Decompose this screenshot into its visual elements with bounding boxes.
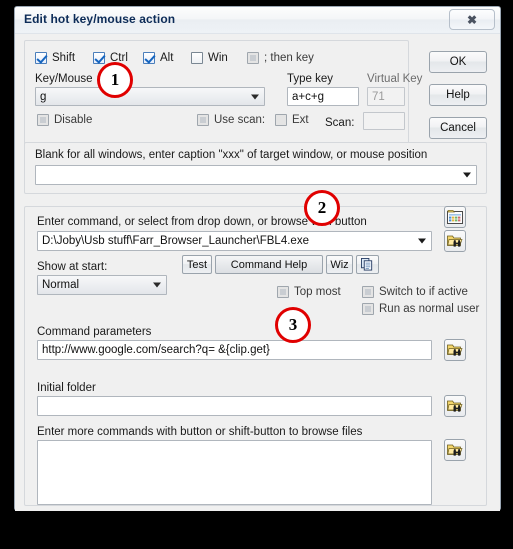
- checkbox-shift[interactable]: Shift: [35, 52, 75, 64]
- list-folder-icon: [447, 210, 463, 224]
- chevron-down-icon: [251, 94, 259, 99]
- browse-initial-folder-button[interactable]: [444, 395, 466, 417]
- command-help-button[interactable]: Command Help: [215, 255, 323, 274]
- initial-folder-input[interactable]: [37, 396, 432, 416]
- virtual-key-label: Virtual Key: [367, 73, 423, 85]
- browse-command-button[interactable]: [444, 230, 466, 252]
- test-button[interactable]: Test: [182, 255, 212, 274]
- checkbox-alt[interactable]: Alt: [143, 52, 173, 64]
- type-key-label: Type key: [287, 73, 334, 85]
- checkbox-switch-to-if-active[interactable]: Switch to if active: [362, 286, 468, 298]
- folder-binoculars-icon: [447, 235, 463, 247]
- browse-list-button[interactable]: [444, 206, 466, 228]
- command-parameters-label: Command parameters: [37, 326, 152, 338]
- checkbox-use-scan-box: [197, 114, 209, 126]
- type-key-input[interactable]: a+c+g: [287, 87, 359, 106]
- window-filter-label: Blank for all windows, enter caption "xx…: [35, 149, 428, 161]
- checkbox-top-most[interactable]: Top most: [277, 286, 341, 298]
- browse-more-commands-button[interactable]: [444, 439, 466, 461]
- folder-binoculars-icon: [447, 400, 463, 412]
- command-parameters-input[interactable]: http://www.google.com/search?q= &{clip.g…: [37, 340, 432, 360]
- show-at-start-value: Normal: [42, 279, 80, 291]
- screenshot-root: Edit hot key/mouse action ✖ Shift Ctrl A…: [0, 0, 513, 549]
- folder-binoculars-icon: [447, 444, 463, 456]
- checkbox-alt-box: [143, 52, 155, 64]
- show-at-start-combo[interactable]: Normal: [37, 275, 167, 295]
- key-mouse-label: Key/Mouse: [35, 73, 93, 85]
- ok-button[interactable]: OK: [429, 51, 487, 73]
- browse-parameters-button[interactable]: [444, 339, 466, 361]
- checkbox-disable-label: Disable: [54, 114, 93, 126]
- checkbox-top-most-box: [277, 286, 289, 298]
- chevron-down-icon: [153, 282, 161, 288]
- command-combo[interactable]: D:\Joby\Usb stuff\Farr_Browser_Launcher\…: [37, 231, 432, 251]
- checkbox-then-key-box: [247, 52, 259, 64]
- chevron-down-icon: [418, 238, 426, 244]
- more-commands-textarea[interactable]: [37, 440, 432, 505]
- checkbox-run-as-normal-user-box: [362, 303, 374, 315]
- close-icon: ✖: [466, 12, 478, 27]
- annotation-marker-2: 2: [304, 190, 340, 226]
- dialog-client-area: Shift Ctrl Alt Win ; then key Key/Mouse: [15, 34, 500, 511]
- scan-input: [363, 112, 405, 130]
- checkbox-then-key-label: ; then key: [264, 52, 314, 64]
- key-mouse-combo[interactable]: g: [35, 87, 265, 106]
- checkbox-then-key[interactable]: ; then key: [247, 52, 314, 64]
- copy-icon: [361, 258, 373, 271]
- copy-button[interactable]: [356, 255, 379, 274]
- annotation-marker-3: 3: [275, 307, 311, 343]
- close-button[interactable]: ✖: [449, 9, 495, 30]
- checkbox-use-scan-label: Use scan:: [214, 114, 266, 126]
- checkbox-switch-to-if-active-label: Switch to if active: [379, 286, 468, 298]
- folder-binoculars-icon: [447, 344, 463, 356]
- checkbox-top-most-label: Top most: [294, 286, 341, 298]
- checkbox-ext[interactable]: Ext: [275, 114, 309, 126]
- checkbox-run-as-normal-user-label: Run as normal user: [379, 303, 480, 315]
- chevron-down-icon: [463, 172, 471, 178]
- checkbox-win-label: Win: [208, 52, 228, 64]
- key-mouse-value: g: [40, 90, 47, 103]
- more-commands-label: Enter more commands with button or shift…: [37, 426, 363, 438]
- checkbox-ctrl-box: [93, 52, 105, 64]
- scan-label: Scan:: [325, 117, 355, 129]
- command-value: D:\Joby\Usb stuff\Farr_Browser_Launcher\…: [42, 235, 309, 247]
- show-at-start-label: Show at start:: [37, 261, 108, 273]
- checkbox-alt-label: Alt: [160, 52, 174, 64]
- checkbox-use-scan[interactable]: Use scan:: [197, 114, 265, 126]
- checkbox-switch-to-if-active-box: [362, 286, 374, 298]
- title-bar: Edit hot key/mouse action ✖: [15, 7, 500, 34]
- checkbox-disable-box: [37, 114, 49, 126]
- cancel-button[interactable]: Cancel: [429, 117, 487, 139]
- checkbox-shift-box: [35, 52, 47, 64]
- help-button[interactable]: Help: [429, 84, 487, 106]
- wiz-button[interactable]: Wiz: [326, 255, 353, 274]
- edit-hotkey-dialog: Edit hot key/mouse action ✖ Shift Ctrl A…: [14, 6, 501, 511]
- checkbox-ext-label: Ext: [292, 114, 309, 126]
- window-title: Edit hot key/mouse action: [24, 12, 176, 26]
- window-filter-combo[interactable]: [35, 165, 477, 185]
- checkbox-run-as-normal-user[interactable]: Run as normal user: [362, 303, 479, 315]
- checkbox-win-box: [191, 52, 203, 64]
- checkbox-win[interactable]: Win: [191, 52, 228, 64]
- annotation-marker-1: 1: [97, 62, 133, 98]
- checkbox-ext-box: [275, 114, 287, 126]
- checkbox-disable[interactable]: Disable: [37, 114, 92, 126]
- checkbox-shift-label: Shift: [52, 52, 76, 64]
- initial-folder-label: Initial folder: [37, 382, 96, 394]
- virtual-key-input: 71: [367, 87, 405, 106]
